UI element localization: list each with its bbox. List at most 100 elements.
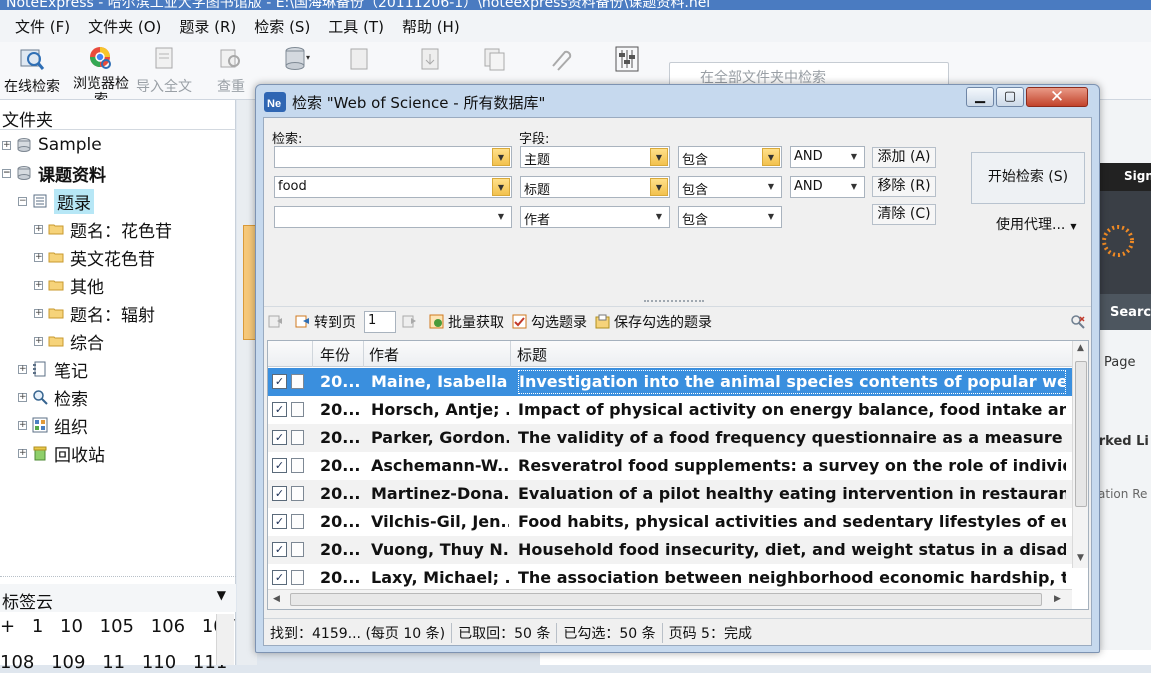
tag-item[interactable]: 109 [51,652,85,673]
expand-icon[interactable]: + [34,280,43,290]
tag-item[interactable]: 105 [100,616,134,637]
clear-filter-icon[interactable] [1070,314,1086,330]
menu-folder[interactable]: 文件夹 (O) [79,16,170,37]
row-checkbox[interactable]: ✓ [272,402,287,417]
tag-item[interactable]: 10 [60,616,83,637]
search-term-input[interactable]: food ▼ [274,176,512,198]
field-select[interactable]: 作者 ▼ [520,206,670,228]
dropdown-arrow-icon[interactable]: ▼ [650,178,668,196]
menu-search[interactable]: 检索 (S) [245,16,319,37]
boolean-select[interactable]: AND ▼ [790,176,865,198]
operator-select[interactable]: 包含 ▼ [678,146,782,168]
dup-check-button[interactable]: 查重 [216,44,246,96]
menu-record[interactable]: 题录 (R) [170,16,245,37]
toolbar-attach-button[interactable] [545,44,575,76]
dropdown-arrow-icon[interactable]: ▼ [492,148,510,166]
column-year[interactable]: 年份 [320,344,350,365]
collapse-icon[interactable]: − [18,196,27,206]
batch-fetch-button[interactable]: 批量获取 [429,312,504,332]
table-row[interactable]: ✓ 20... Laxy, Michael; ... The associati… [268,564,1072,589]
collapse-icon[interactable]: − [2,168,11,178]
import-fulltext-button[interactable]: 导入全文 [136,44,192,96]
clear-button[interactable]: 清除 (C) [872,204,936,225]
tree-item-notes[interactable]: + 笔记 [18,356,88,382]
expand-icon[interactable]: + [18,392,27,402]
expand-icon[interactable]: + [18,420,27,430]
minimize-button[interactable]: ▁ [966,87,994,107]
scroll-left-icon[interactable]: ◀ [273,594,280,604]
scroll-right-icon[interactable]: ▶ [1054,594,1061,604]
dropdown-arrow-icon[interactable]: ▼ [650,208,668,226]
expand-icon[interactable]: + [34,336,43,346]
tree-item-organize[interactable]: + 组织 [18,412,88,438]
expand-icon[interactable]: + [34,308,43,318]
prev-page-button[interactable] [268,314,287,329]
close-button[interactable]: ✕ [1026,87,1088,107]
dialog-splitter[interactable] [644,300,704,302]
row-checkbox[interactable]: ✓ [272,570,287,585]
tree-item-recycle[interactable]: + 回收站 [18,440,105,466]
row-checkbox[interactable]: ✓ [272,514,287,529]
toolbar-download-button[interactable] [416,44,446,76]
tree-item-folder[interactable]: + 综合 [34,328,104,354]
field-select[interactable]: 主题 ▼ [520,146,670,168]
operator-select[interactable]: 包含 ▼ [678,176,782,198]
check-records-button[interactable]: 勾选题录 [512,312,587,332]
menu-help[interactable]: 帮助 (H) [393,16,469,37]
dropdown-arrow-icon[interactable]: ▼ [845,178,863,196]
menu-tools[interactable]: 工具 (T) [319,16,393,37]
column-author[interactable]: 作者 [369,344,399,365]
browser-search-button[interactable]: 浏览器检索 [70,44,132,108]
tag-item[interactable]: 106 [151,616,185,637]
row-checkbox[interactable]: ✓ [272,542,287,557]
tree-item-project[interactable]: − 课题资料 [2,160,106,186]
tree-item-folder[interactable]: + 题名：辐射 [34,300,155,326]
operator-select[interactable]: 包含 ▼ [678,206,782,228]
save-checked-button[interactable]: 保存勾选的题录 [595,312,712,332]
toolbar-record-button[interactable] [345,44,375,76]
expand-icon[interactable]: + [2,140,11,150]
dropdown-arrow-icon[interactable]: ▼ [650,148,668,166]
tree-item-sample[interactable]: + Sample [2,132,102,158]
scroll-thumb[interactable] [1075,361,1087,507]
tree-item-folder[interactable]: + 题名：花色苷 [34,216,172,242]
horizontal-scrollbar[interactable]: ◀ ▶ [268,589,1072,609]
table-row[interactable]: ✓ 20... Martinez-Dona. Evaluation of a p… [268,480,1072,508]
column-title[interactable]: 标题 [517,344,547,365]
next-page-button[interactable] [402,314,421,329]
scroll-up-icon[interactable]: ▲ [1077,343,1084,353]
dropdown-arrow-icon[interactable]: ▼ [762,208,780,226]
toolbar-settings-button[interactable] [612,44,642,76]
chevron-down-icon[interactable]: ▼ [217,588,226,602]
web-sign-in[interactable]: Sign [1094,163,1151,191]
scroll-thumb[interactable] [290,593,1042,606]
tag-item[interactable]: 110 [142,652,176,673]
goto-page-button[interactable]: 转到页 [295,312,356,332]
table-row[interactable]: ✓ 20... Parker, Gordon. The validity of … [268,424,1072,452]
tree-item-search[interactable]: + 检索 [18,384,88,410]
tag-item[interactable]: + [0,616,15,637]
vertical-scrollbar[interactable]: ▲ ▼ [1072,341,1088,568]
tag-item[interactable]: 11 [102,652,125,673]
online-search-button[interactable]: 在线检索 [4,44,60,96]
search-term-input[interactable]: ▼ [274,206,512,228]
table-row[interactable]: ✓ 20... Vuong, Thuy N. Household food in… [268,536,1072,564]
search-term-input[interactable]: ▼ [274,146,512,168]
table-row[interactable]: ✓ 20... Aschemann-W... Resveratrol food … [268,452,1072,480]
page-number-input[interactable]: 1 [364,310,396,333]
dropdown-arrow-icon[interactable]: ▼ [492,208,510,226]
tag-item[interactable]: 1 [32,616,43,637]
expand-icon[interactable]: + [34,224,43,234]
row-checkbox[interactable]: ✓ [272,430,287,445]
start-search-button[interactable]: 开始检索 (S) [971,152,1085,204]
scroll-down-icon[interactable]: ▼ [1077,553,1084,563]
tree-item-folder[interactable]: + 英文花色苷 [34,244,155,270]
expand-icon[interactable]: + [18,364,27,374]
tree-item-records[interactable]: − 题录 [18,188,94,214]
row-checkbox[interactable]: ✓ [272,374,287,389]
row-checkbox[interactable]: ✓ [272,458,287,473]
add-button[interactable]: 添加 (A) [872,147,936,168]
dropdown-arrow-icon[interactable]: ▼ [762,178,780,196]
expand-icon[interactable]: + [18,448,27,458]
boolean-select[interactable]: AND ▼ [790,146,865,168]
